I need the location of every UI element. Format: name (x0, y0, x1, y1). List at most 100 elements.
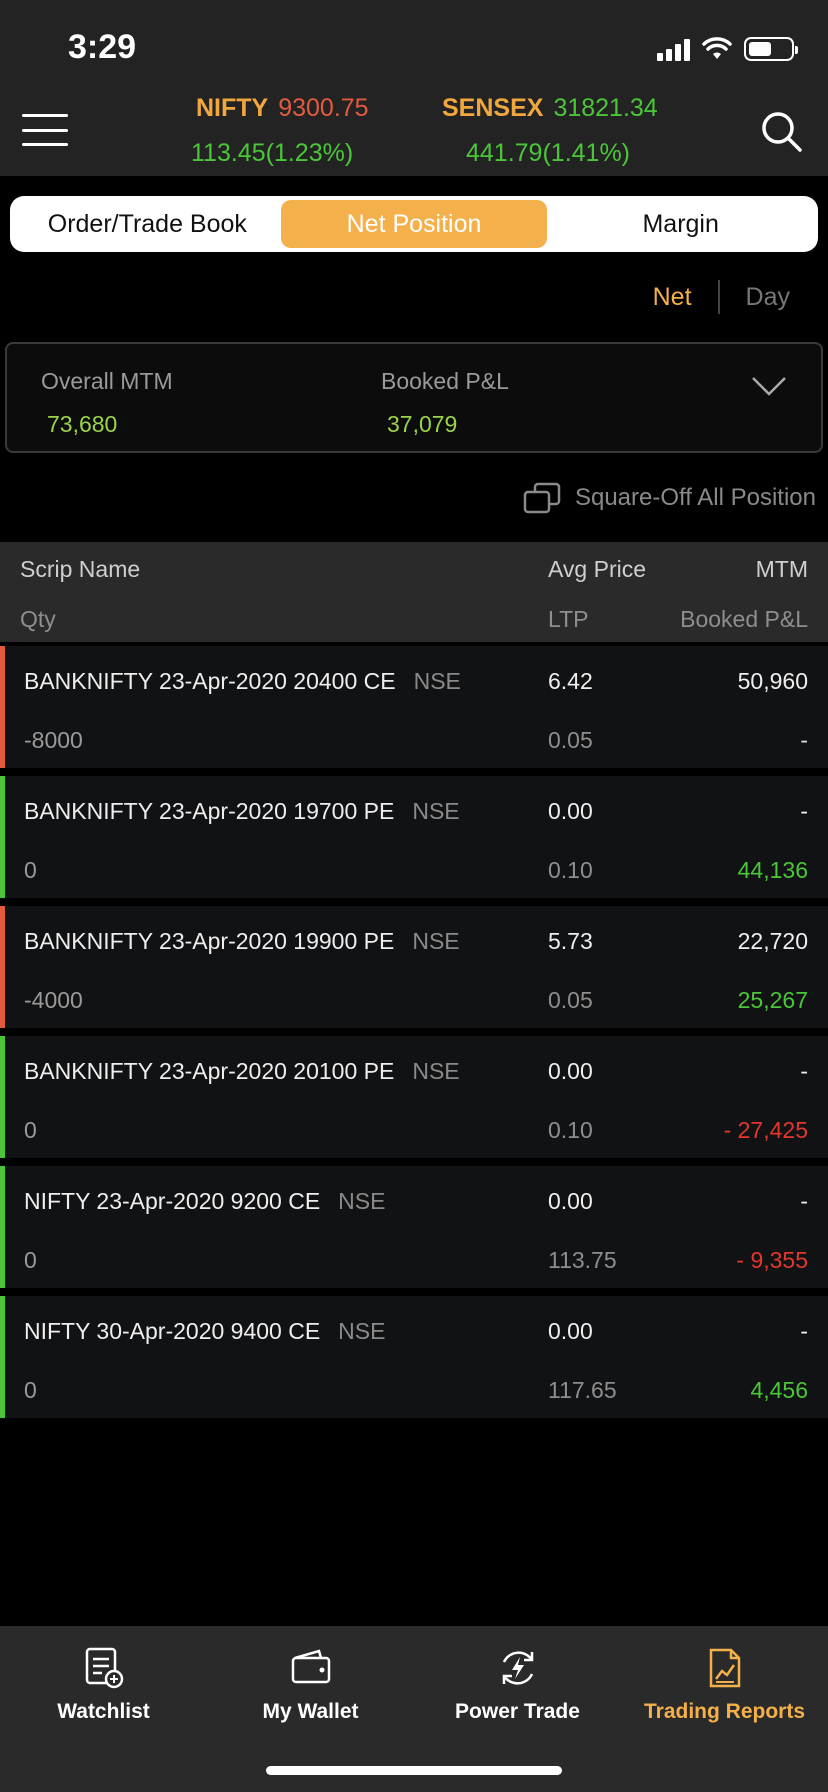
qty-value: 0 (24, 1117, 37, 1143)
position-row[interactable]: NIFTY 23-Apr-2020 9200 CE NSE 0 0.00 113.… (0, 1166, 828, 1288)
booked-pl-label: Booked P&L (381, 368, 509, 394)
exchange-label: NSE (338, 1188, 386, 1214)
mtm-value: 50,960 (737, 668, 808, 694)
sensex-change: 441.79(1.41%) (466, 139, 631, 167)
avg-price-value: 0.00 (548, 1058, 593, 1084)
qty-value: -4000 (24, 987, 83, 1013)
nav-my-wallet[interactable]: My Wallet (207, 1646, 414, 1724)
nav-power-trade[interactable]: Power Trade (414, 1646, 621, 1724)
booked-pl-value: 37,079 (387, 411, 458, 437)
exchange-label: NSE (412, 1058, 460, 1084)
header-ltp: LTP (548, 606, 589, 632)
ltp-value: 117.65 (548, 1377, 617, 1403)
avg-price-value: 5.73 (548, 928, 593, 954)
power-trade-icon (502, 1651, 533, 1685)
net-day-toggle: Net Day (653, 280, 790, 314)
booked-pl-value: 4,456 (750, 1377, 808, 1403)
scrip-label: NIFTY 23-Apr-2020 9200 CE (24, 1188, 321, 1214)
overall-mtm-value: 73,680 (47, 411, 118, 437)
qty-value: 0 (24, 1247, 37, 1273)
ltp-value: 0.10 (548, 1117, 593, 1143)
mtm-value: - (800, 1188, 808, 1214)
scrip-name: NIFTY 30-Apr-2020 9400 CE NSE (24, 1318, 385, 1345)
exchange-label: NSE (413, 668, 461, 694)
avg-price-value: 0.00 (548, 1188, 593, 1214)
chevron-down-icon[interactable] (751, 374, 787, 398)
scrip-label: BANKNIFTY 23-Apr-2020 20400 CE (24, 668, 396, 694)
wallet-icon (291, 1649, 330, 1684)
avg-price-value: 6.42 (548, 668, 593, 694)
nav-trading-reports-label: Trading Reports (643, 1700, 806, 1723)
scrip-name: NIFTY 23-Apr-2020 9200 CE NSE (24, 1188, 385, 1215)
status-icons (657, 36, 798, 62)
exchange-label: NSE (338, 1318, 386, 1344)
nav-trading-reports[interactable]: Trading Reports (621, 1646, 828, 1724)
position-row[interactable]: BANKNIFTY 23-Apr-2020 19900 PE NSE -4000 … (0, 906, 828, 1028)
tab-net-position[interactable]: Net Position (280, 200, 548, 248)
ltp-value: 113.75 (548, 1247, 617, 1273)
scrip-label: NIFTY 30-Apr-2020 9400 CE (24, 1318, 321, 1344)
qty-value: -8000 (24, 727, 83, 753)
ltp-value: 0.05 (548, 727, 593, 753)
search-icon[interactable] (760, 110, 804, 154)
toggle-day[interactable]: Day (746, 283, 790, 312)
header-avg-price: Avg Price (548, 556, 647, 582)
avg-price-value: 0.00 (548, 1318, 593, 1344)
nifty-value: 9300.75 (278, 94, 369, 122)
top-bar: 3:29 NIFTY 9300.75 113.45(1.23%) SENSEX 31… (0, 0, 828, 176)
mtm-value: - (800, 1318, 808, 1344)
positions-table-header: Scrip Name Avg Price MTM Qty LTP Booked … (0, 542, 828, 642)
position-row[interactable]: BANKNIFTY 23-Apr-2020 20400 CE NSE -8000 … (0, 646, 828, 768)
booked-pl-value: - (800, 727, 808, 753)
toggle-divider (717, 280, 720, 314)
pnl-summary-card: Overall MTM 73,680 Booked P&L 37,079 (5, 342, 823, 453)
square-off-all-button[interactable]: Square-Off All Position (523, 482, 816, 514)
overall-mtm: Overall MTM 73,680 (41, 368, 173, 438)
scrip-name: BANKNIFTY 23-Apr-2020 19700 PE NSE (24, 798, 460, 825)
battery-icon (744, 37, 798, 61)
mtm-value: 22,720 (737, 928, 808, 954)
ltp-value: 0.05 (548, 987, 593, 1013)
qty-value: 0 (24, 857, 37, 883)
nifty-name: NIFTY (196, 94, 269, 122)
position-row[interactable]: BANKNIFTY 23-Apr-2020 20100 PE NSE 0 0.00… (0, 1036, 828, 1158)
ltp-value: 0.10 (548, 857, 593, 883)
status-time: 3:29 (68, 28, 137, 66)
position-row[interactable]: BANKNIFTY 23-Apr-2020 19700 PE NSE 0 0.00… (0, 776, 828, 898)
avg-price-value: 0.00 (548, 798, 593, 824)
position-row[interactable]: NIFTY 30-Apr-2020 9400 CE NSE 0 0.00 117.… (0, 1296, 828, 1418)
mtm-value: - (800, 1058, 808, 1084)
square-off-label: Square-Off All Position (574, 484, 816, 511)
exchange-label: NSE (412, 928, 460, 954)
sensex-index: SENSEX 31821.34 441.79(1.41%) (442, 94, 658, 168)
scrip-name: BANKNIFTY 23-Apr-2020 19900 PE NSE (24, 928, 460, 955)
toggle-net[interactable]: Net (653, 283, 692, 312)
sensex-value: 31821.34 (553, 94, 658, 122)
nifty-change: 113.45(1.23%) (191, 139, 354, 167)
booked-pl-value: - 9,355 (736, 1247, 808, 1273)
cellular-signal-icon (657, 37, 690, 61)
scrip-label: BANKNIFTY 23-Apr-2020 20100 PE (24, 1058, 395, 1084)
booked-pl-value: - 27,425 (723, 1117, 808, 1143)
exchange-label: NSE (412, 798, 460, 824)
nav-my-wallet-label: My Wallet (262, 1700, 359, 1723)
booked-pl-value: 44,136 (737, 857, 808, 883)
menu-icon[interactable] (22, 114, 68, 146)
tab-margin[interactable]: Margin (547, 200, 814, 248)
tab-order-trade-book[interactable]: Order/Trade Book (14, 200, 281, 248)
report-tabs: Order/Trade Book Net Position Margin (10, 196, 818, 252)
nav-watchlist-label: Watchlist (57, 1700, 150, 1723)
home-indicator[interactable] (266, 1766, 562, 1775)
scrip-label: BANKNIFTY 23-Apr-2020 19900 PE (24, 928, 395, 954)
scrip-label: BANKNIFTY 23-Apr-2020 19700 PE (24, 798, 395, 824)
scrip-name: BANKNIFTY 23-Apr-2020 20400 CE NSE (24, 668, 461, 695)
nav-watchlist[interactable]: Watchlist (0, 1646, 207, 1724)
scrip-name: BANKNIFTY 23-Apr-2020 20100 PE NSE (24, 1058, 460, 1085)
qty-value: 0 (24, 1377, 37, 1403)
trading-reports-icon (709, 1648, 740, 1688)
nifty-index: NIFTY 9300.75 113.45(1.23%) (191, 94, 369, 168)
header-booked-pl: Booked P&L (680, 606, 808, 632)
nav-power-trade-label: Power Trade (455, 1700, 580, 1723)
watchlist-icon (85, 1647, 123, 1689)
square-off-icon (523, 482, 561, 514)
